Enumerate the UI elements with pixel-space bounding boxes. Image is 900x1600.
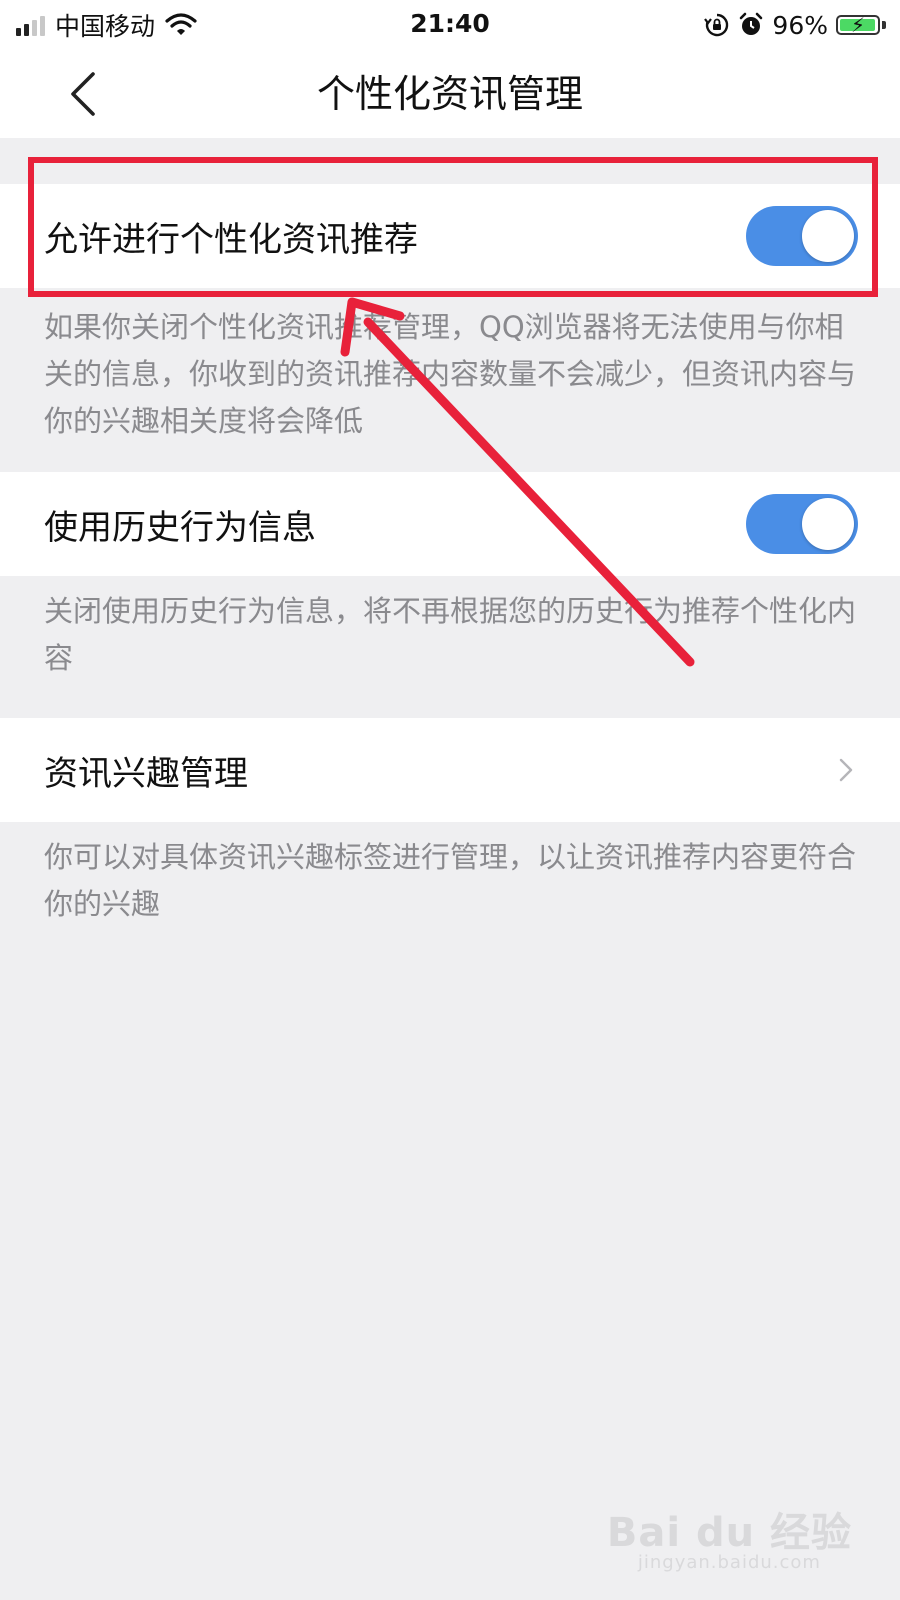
watermark-logo: Bai du 经验: [606, 1510, 852, 1556]
battery-tip: [882, 21, 886, 29]
setting-description: 如果你关闭个性化资讯推荐管理，QQ浏览器将无法使用与你相关的信息，你收到的资讯推…: [44, 310, 857, 438]
battery-icon: ⚡: [836, 13, 880, 37]
status-right: 96% ⚡: [704, 6, 886, 44]
personalized-recommendation-toggle[interactable]: [746, 206, 858, 266]
watermark-site: jingyan.baidu.com: [637, 1552, 821, 1573]
setting-description: 关闭使用历史行为信息，将不再根据您的历史行为推荐个性化内容: [44, 594, 857, 675]
setting-description: 你可以对具体资讯兴趣标签进行管理，以让资讯推荐内容更符合你的兴趣: [44, 840, 857, 921]
chevron-right-icon: [839, 758, 853, 782]
chevron-left-icon: [71, 72, 95, 116]
status-bar: 中国移动 21:40 96% ⚡: [0, 0, 900, 50]
toggle-knob: [802, 498, 854, 550]
setting-label: 允许进行个性化资讯推荐: [44, 219, 418, 260]
baidu-jingyan-watermark: Bai du 经验 jingyan.baidu.com: [607, 1500, 852, 1573]
page-title: 个性化资讯管理: [316, 72, 583, 116]
nav-bar: 个性化资讯管理: [0, 50, 900, 138]
setting-row-history-behavior[interactable]: 使用历史行为信息: [0, 472, 900, 576]
setting-row-personalized-recommendation[interactable]: 允许进行个性化资讯推荐: [0, 184, 900, 288]
history-behavior-toggle[interactable]: [746, 494, 858, 554]
toggle-knob: [802, 210, 854, 262]
back-button[interactable]: [52, 64, 112, 124]
setting-label: 使用历史行为信息: [44, 507, 316, 548]
battery-percent: 96%: [772, 10, 828, 40]
setting-row-interest-management[interactable]: 资讯兴趣管理: [0, 718, 900, 822]
alarm-icon: [740, 12, 763, 35]
rotation-lock-icon: [704, 13, 729, 37]
setting-label: 资讯兴趣管理: [44, 753, 248, 794]
